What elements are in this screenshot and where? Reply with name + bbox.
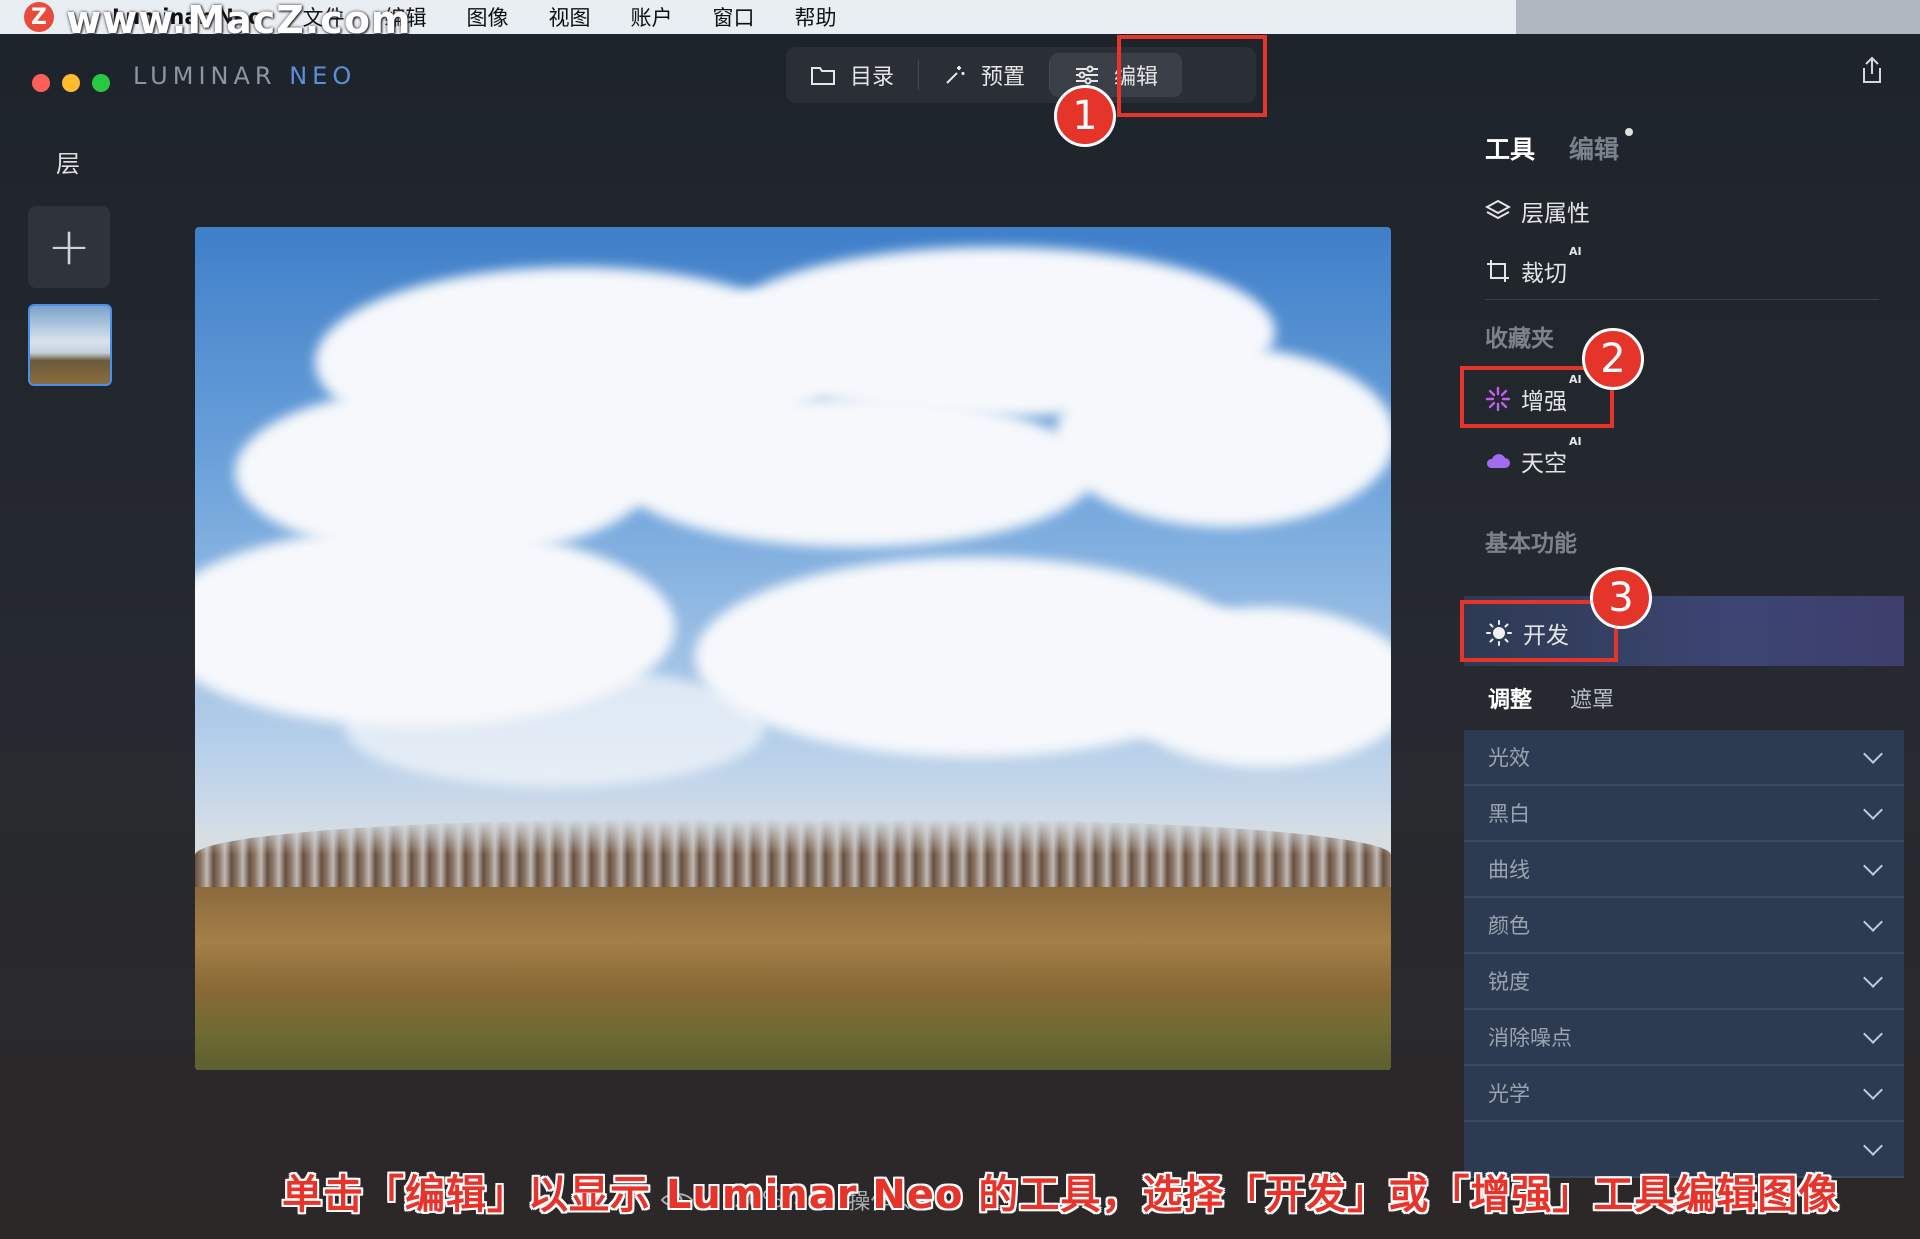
chevron-down-icon bbox=[1863, 1080, 1883, 1100]
chevron-down-icon bbox=[1863, 968, 1883, 988]
crop-icon bbox=[1487, 260, 1509, 282]
site-logo-icon: Z bbox=[24, 2, 54, 32]
edits-indicator-dot bbox=[1625, 128, 1634, 136]
layer-thumbnail[interactable] bbox=[28, 304, 112, 386]
step-badge-1: 1 bbox=[1054, 85, 1116, 147]
menubar: Z Luminar Neo 文件 编辑 图像 视图 账户 窗口 帮助 www.M… bbox=[0, 0, 1516, 40]
tab-presets[interactable]: 预置 bbox=[919, 53, 1049, 97]
develop-sections: 光效 黑白 曲线 颜色 锐度 消除噪点 光学 bbox=[1464, 730, 1904, 1178]
section-light[interactable]: 光效 bbox=[1464, 730, 1904, 786]
menubar-right-area bbox=[1516, 0, 1920, 34]
favorites-label: 收藏夹 bbox=[1485, 326, 1554, 352]
menu-account[interactable]: 账户 bbox=[630, 2, 672, 32]
minimize-window-button[interactable] bbox=[62, 74, 80, 92]
tool-sky[interactable]: 天空AI bbox=[1485, 435, 1582, 478]
chevron-down-icon bbox=[1863, 744, 1883, 764]
menu-help[interactable]: 帮助 bbox=[794, 2, 836, 32]
add-layer-button[interactable]: + bbox=[28, 206, 110, 288]
section-black-white[interactable]: 黑白 bbox=[1464, 786, 1904, 842]
sub-tab-mask[interactable]: 遮罩 bbox=[1570, 682, 1614, 714]
section-optics[interactable]: 光学 bbox=[1464, 1066, 1904, 1122]
layers-title: 层 bbox=[56, 150, 80, 178]
ai-badge: AI bbox=[1569, 245, 1582, 258]
step-badge-3: 3 bbox=[1590, 567, 1652, 629]
tab-edits[interactable]: 编辑 bbox=[1569, 128, 1634, 166]
section-denoise[interactable]: 消除噪点 bbox=[1464, 1010, 1904, 1066]
section-curves[interactable]: 曲线 bbox=[1464, 842, 1904, 898]
develop-sub-tabs: 调整 遮罩 bbox=[1488, 682, 1614, 714]
right-panel-tabs: 工具 编辑 bbox=[1485, 128, 1634, 166]
field bbox=[195, 887, 1391, 1070]
app-brand: LUMINAR NEO bbox=[133, 62, 357, 90]
close-window-button[interactable] bbox=[32, 74, 50, 92]
sliders-icon bbox=[1076, 65, 1099, 85]
menu-image[interactable]: 图像 bbox=[466, 2, 508, 32]
tab-catalog[interactable]: 目录 bbox=[786, 53, 918, 97]
menu-view[interactable]: 视图 bbox=[548, 2, 590, 32]
sub-tab-adjust[interactable]: 调整 bbox=[1488, 682, 1532, 714]
chevron-down-icon bbox=[1863, 856, 1883, 876]
cloud-icon bbox=[1486, 454, 1510, 468]
chevron-down-icon bbox=[1863, 912, 1883, 932]
tab-tools[interactable]: 工具 bbox=[1485, 130, 1535, 166]
magic-wand-icon bbox=[946, 66, 965, 84]
section-sharpness[interactable]: 锐度 bbox=[1464, 954, 1904, 1010]
menu-window[interactable]: 窗口 bbox=[712, 2, 754, 32]
chevron-down-icon bbox=[1863, 1136, 1883, 1156]
chevron-down-icon bbox=[1863, 1024, 1883, 1044]
chevron-down-icon bbox=[1863, 800, 1883, 820]
tutorial-caption: 单击「编辑」以显示 Luminar Neo 的工具，选择「开发」或「增强」工具编… bbox=[282, 1172, 1840, 1218]
tool-layer-properties[interactable]: 层属性 bbox=[1485, 194, 1590, 228]
highlight-edit-tab bbox=[1117, 35, 1267, 117]
zoom-window-button[interactable] bbox=[92, 74, 110, 92]
tool-crop[interactable]: 裁切AI bbox=[1485, 245, 1582, 288]
photo-canvas[interactable] bbox=[195, 227, 1391, 1070]
folder-icon bbox=[811, 67, 835, 85]
essentials-label: 基本功能 bbox=[1485, 531, 1577, 557]
layers-icon bbox=[1485, 199, 1511, 220]
section-color[interactable]: 颜色 bbox=[1464, 898, 1904, 954]
step-badge-2: 2 bbox=[1582, 328, 1644, 390]
app-window: LUMINAR NEO 目录 预置 编辑 层 + 20% ⌄ 操作 ⌄ 工具 编… bbox=[0, 34, 1920, 1239]
